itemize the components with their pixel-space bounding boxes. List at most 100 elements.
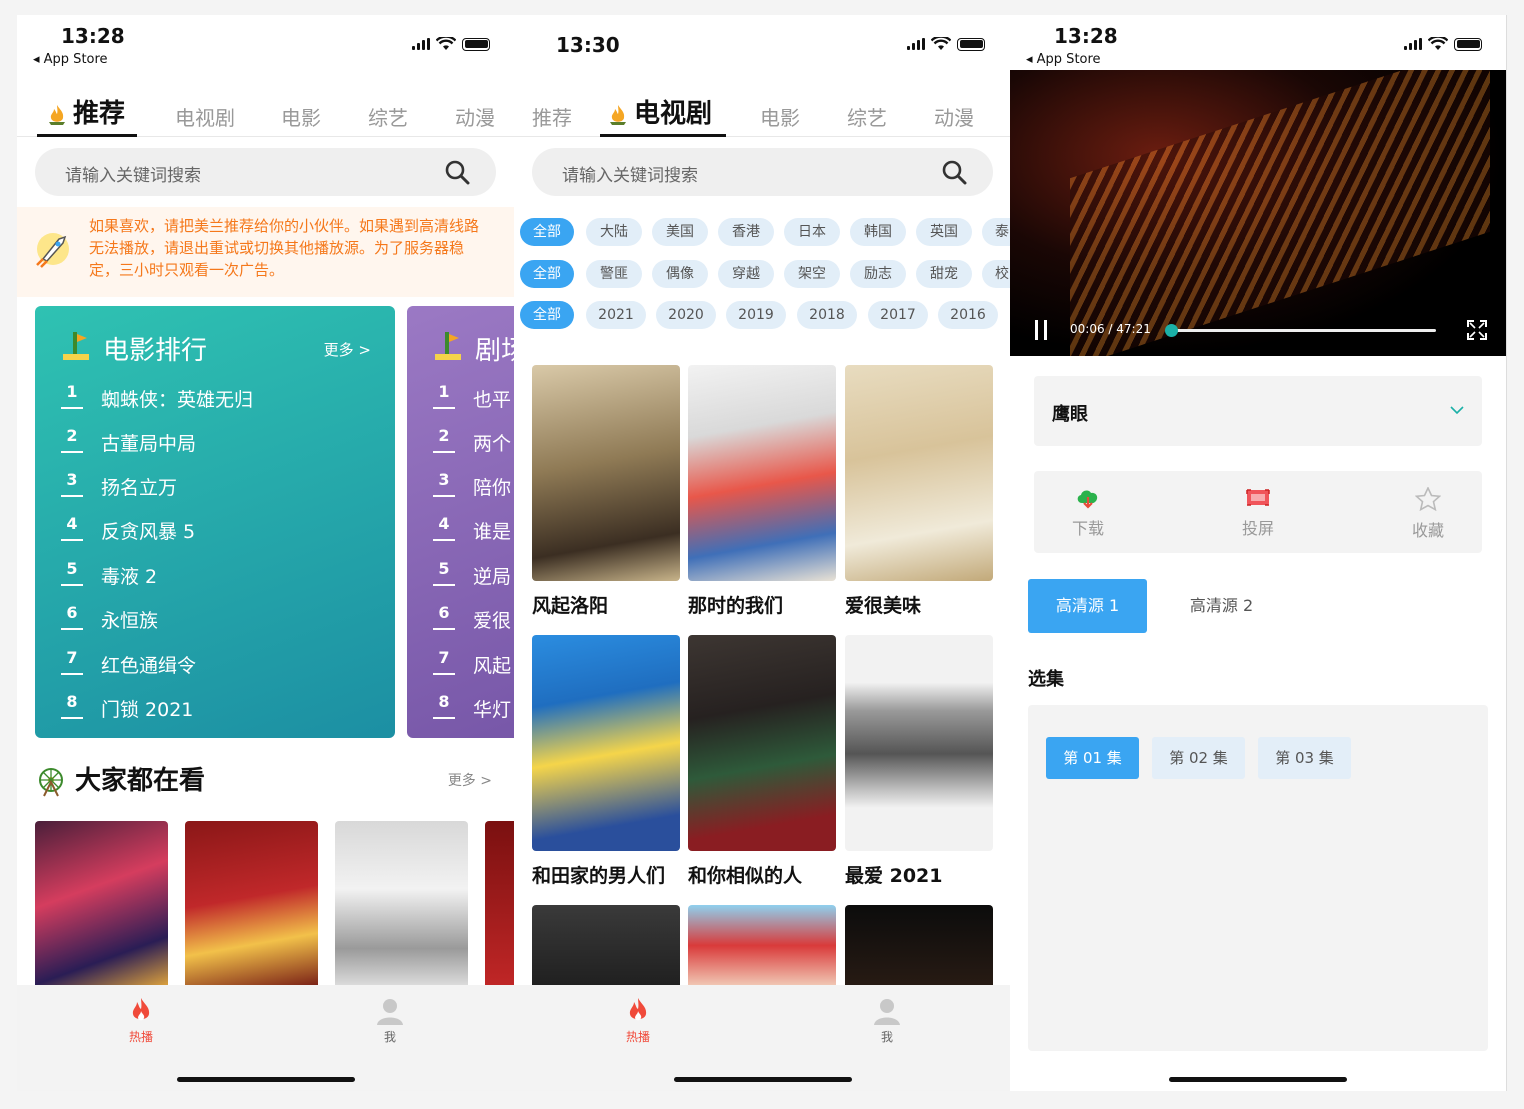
filter-chip[interactable]: 美国 bbox=[652, 218, 708, 246]
tab-anime[interactable]: 动漫 bbox=[455, 102, 495, 131]
video-player[interactable]: 00:06 / 47:21 bbox=[1010, 70, 1506, 356]
cast-button[interactable]: 投屏 bbox=[1228, 487, 1288, 539]
popular-poster[interactable] bbox=[335, 821, 468, 991]
tab-tv[interactable]: 电视剧 bbox=[608, 93, 712, 130]
filter-chip[interactable]: 2020 bbox=[656, 301, 716, 329]
nav-me[interactable]: 我 bbox=[360, 997, 420, 1045]
filter-chip[interactable]: 全部 bbox=[520, 218, 574, 246]
rank-number: 7 bbox=[61, 648, 83, 675]
tab-movie[interactable]: 电影 bbox=[760, 102, 800, 131]
show-card[interactable]: 那时的我们 bbox=[688, 365, 836, 618]
search-bar[interactable]: 请输入关键词搜索 bbox=[35, 148, 496, 196]
tab-anime[interactable]: 动漫 bbox=[934, 102, 974, 131]
filter-chip[interactable]: 励志 bbox=[850, 260, 906, 288]
rank-number: 2 bbox=[61, 426, 83, 453]
filter-chip[interactable]: 全部 bbox=[520, 301, 574, 329]
filter-chip[interactable]: 2019 bbox=[726, 301, 786, 329]
search-icon[interactable] bbox=[941, 159, 967, 185]
search-bar[interactable]: 请输入关键词搜索 bbox=[532, 148, 993, 196]
search-input[interactable]: 请输入关键词搜索 bbox=[562, 161, 698, 186]
cast-screen-icon bbox=[1246, 489, 1270, 506]
filter-chip[interactable]: 偶像 bbox=[652, 260, 708, 288]
download-button[interactable]: 下载 bbox=[1058, 487, 1118, 539]
pause-icon[interactable] bbox=[1034, 320, 1048, 340]
filter-chip[interactable]: 泰 bbox=[982, 218, 1011, 246]
ranking-item[interactable]: 5 逆局 bbox=[433, 559, 514, 603]
ranking-item[interactable]: 3 陪你 bbox=[433, 470, 514, 514]
ranking-item[interactable]: 1 蜘蛛侠：英雄无归 bbox=[61, 382, 381, 426]
title-dropdown[interactable]: 鹰眼 bbox=[1034, 376, 1482, 446]
back-to-app-store-link[interactable]: ◂ App Store bbox=[1026, 52, 1101, 67]
ranking-item[interactable]: 8 门锁 2021 bbox=[61, 692, 381, 736]
show-card[interactable]: 和你相似的人 bbox=[688, 635, 836, 888]
episode-button[interactable]: 第 02 集 bbox=[1152, 737, 1245, 779]
show-card[interactable]: 最爱 2021 bbox=[845, 635, 993, 888]
popular-poster[interactable] bbox=[185, 821, 318, 991]
movie-ranking-card[interactable]: 电影排行 更多 > 1 蜘蛛侠：英雄无归 2 古董局中局 3 扬名立万 4 反贪风暴 5… bbox=[35, 306, 395, 738]
show-card[interactable]: 和田家的男人们 bbox=[532, 635, 680, 888]
tab-variety[interactable]: 综艺 bbox=[847, 102, 887, 131]
popular-poster[interactable] bbox=[35, 821, 168, 991]
download-label: 下载 bbox=[1071, 519, 1104, 538]
tab-recommend[interactable]: 推荐 bbox=[532, 102, 572, 131]
tab-variety[interactable]: 综艺 bbox=[368, 102, 408, 131]
show-poster[interactable] bbox=[532, 905, 680, 995]
show-card[interactable]: 爱很美味 bbox=[845, 365, 993, 618]
drama-ranking-card[interactable]: 剧场 1 也平 2 两个 3 陪你 4 谁是 5 逆局 6 爱很 7 风起 8 华灯 bbox=[407, 306, 514, 738]
ranking-item[interactable]: 5 毒液 2 bbox=[61, 559, 381, 603]
source-button-2[interactable]: 高清源 2 bbox=[1162, 579, 1281, 633]
filter-chip[interactable]: 校 bbox=[982, 260, 1011, 288]
popular-poster[interactable] bbox=[485, 821, 514, 991]
filter-chip[interactable]: 2017 bbox=[868, 301, 928, 329]
filter-chip[interactable]: 架空 bbox=[784, 260, 840, 288]
filter-chip[interactable]: 警匪 bbox=[586, 260, 642, 288]
video-progress-track[interactable] bbox=[1164, 324, 1436, 337]
nav-hot[interactable]: 热播 bbox=[608, 997, 668, 1045]
ranking-item[interactable]: 3 扬名立万 bbox=[61, 470, 381, 514]
tab-movie[interactable]: 电影 bbox=[281, 102, 321, 131]
fullscreen-icon[interactable] bbox=[1467, 320, 1487, 340]
filter-chip[interactable]: 2021 bbox=[586, 301, 646, 329]
ranking-item[interactable]: 4 谁是 bbox=[433, 514, 514, 558]
episode-button[interactable]: 第 01 集 bbox=[1046, 737, 1139, 779]
filter-chip[interactable]: 韩国 bbox=[850, 218, 906, 246]
search-icon[interactable] bbox=[444, 159, 470, 185]
favorite-button[interactable]: 收藏 bbox=[1398, 486, 1458, 541]
ranking-item[interactable]: 6 永恒族 bbox=[61, 603, 381, 647]
rank-title: 谁是 bbox=[473, 521, 512, 543]
ranking-item[interactable]: 1 也平 bbox=[433, 382, 514, 426]
show-poster[interactable] bbox=[845, 905, 993, 995]
ranking-item[interactable]: 2 古董局中局 bbox=[61, 426, 381, 470]
movie-ranking-more-link[interactable]: 更多 > bbox=[324, 339, 371, 360]
user-icon bbox=[377, 999, 403, 1025]
home-indicator bbox=[176, 1077, 355, 1082]
source-button-1[interactable]: 高清源 1 bbox=[1028, 579, 1147, 633]
ranking-item[interactable]: 7 红色通缉令 bbox=[61, 648, 381, 692]
filter-chip[interactable]: 甜宠 bbox=[916, 260, 972, 288]
filter-chip[interactable]: 2016 bbox=[938, 301, 998, 329]
filter-chip[interactable]: 穿越 bbox=[718, 260, 774, 288]
show-card[interactable]: 风起洛阳 bbox=[532, 365, 680, 618]
nav-hot-label: 热播 bbox=[128, 1030, 153, 1044]
ranking-item[interactable]: 2 两个 bbox=[433, 426, 514, 470]
filter-chip[interactable]: 英国 bbox=[916, 218, 972, 246]
back-to-app-store-link[interactable]: ◂ App Store bbox=[33, 52, 108, 67]
tab-recommend[interactable]: 推荐 bbox=[47, 93, 125, 130]
filter-chip[interactable]: 大陆 bbox=[586, 218, 642, 246]
filter-chip[interactable]: 香港 bbox=[718, 218, 774, 246]
ranking-item[interactable]: 4 反贪风暴 5 bbox=[61, 514, 381, 558]
filter-chip[interactable]: 2018 bbox=[797, 301, 857, 329]
episode-button[interactable]: 第 03 集 bbox=[1258, 737, 1351, 779]
ranking-item[interactable]: 7 风起 bbox=[433, 648, 514, 692]
popular-more-link[interactable]: 更多 > bbox=[448, 770, 492, 790]
tab-tv[interactable]: 电视剧 bbox=[175, 102, 235, 131]
filter-chip[interactable]: 日本 bbox=[784, 218, 840, 246]
nav-hot[interactable]: 热播 bbox=[111, 997, 171, 1045]
ranking-item[interactable]: 6 爱很 bbox=[433, 603, 514, 647]
ranking-item[interactable]: 8 华灯 bbox=[433, 692, 514, 736]
filter-chip[interactable]: 全部 bbox=[520, 260, 574, 288]
search-input[interactable]: 请输入关键词搜索 bbox=[65, 161, 201, 186]
nav-me[interactable]: 我 bbox=[857, 997, 917, 1045]
show-poster[interactable] bbox=[688, 905, 836, 995]
video-progress-thumb[interactable] bbox=[1164, 324, 1178, 337]
